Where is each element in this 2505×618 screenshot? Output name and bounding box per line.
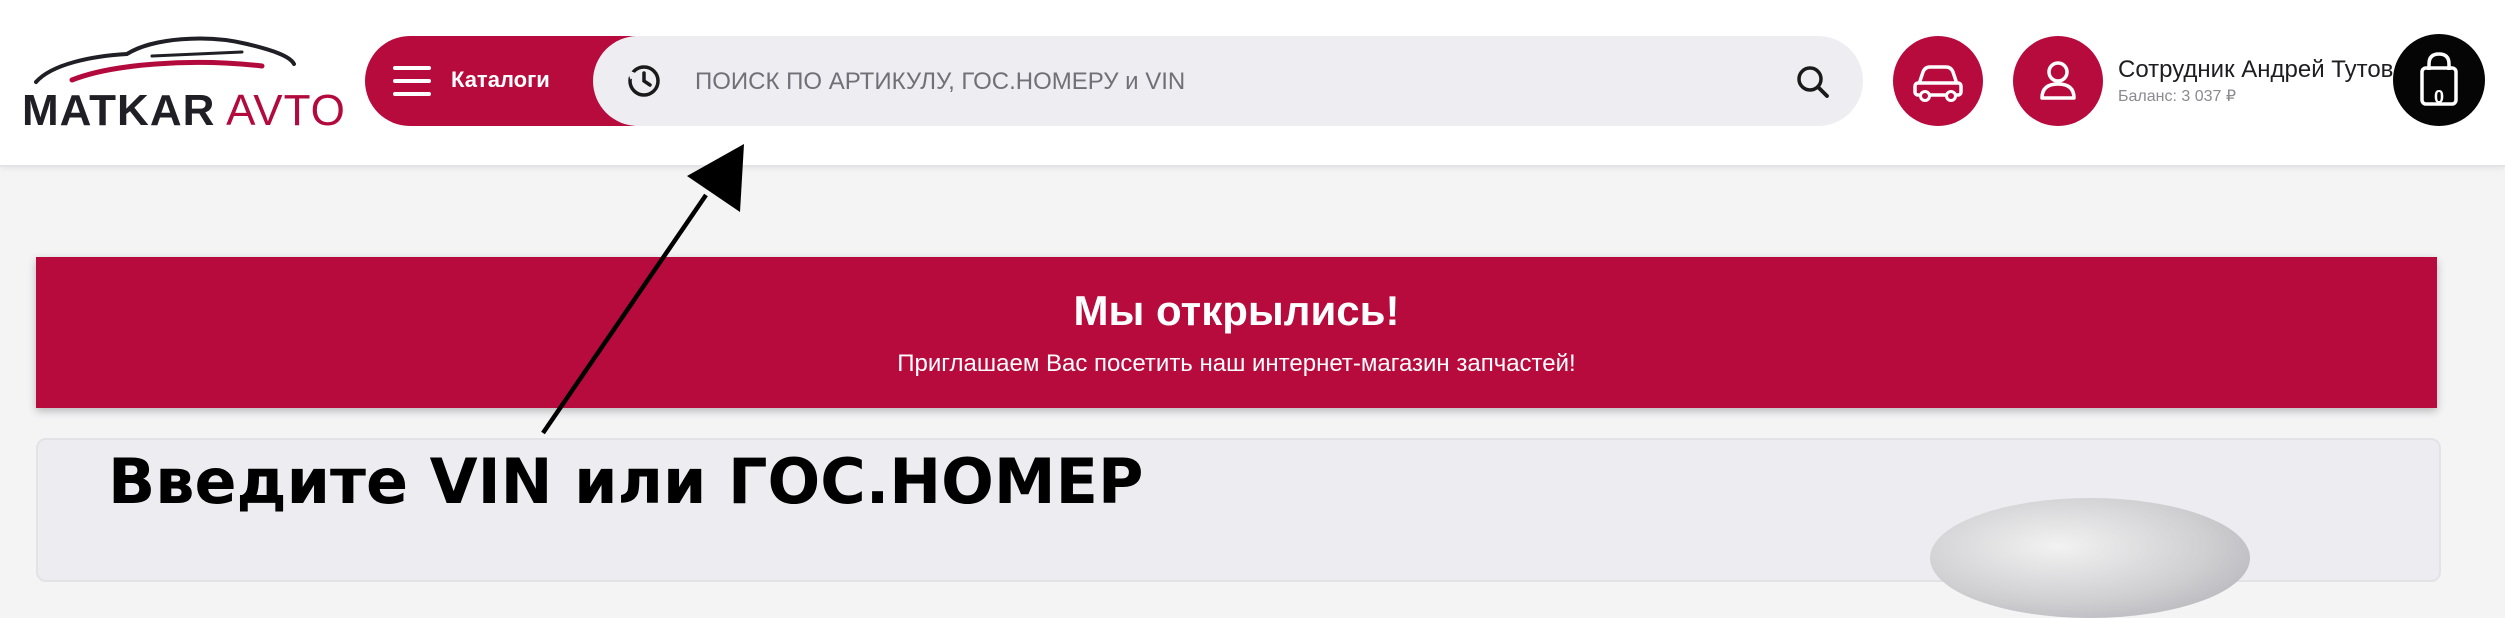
- user-balance: Баланс: 3 037 ₽: [2118, 88, 2237, 105]
- card-decoration-image: [1930, 498, 2250, 618]
- burger-icon: [393, 66, 431, 96]
- banner-title: Мы открылись!: [1073, 287, 1400, 334]
- garage-button[interactable]: [1893, 36, 1983, 126]
- profile-button[interactable]: [2013, 36, 2103, 126]
- logo-word-2: AVTO: [226, 86, 346, 135]
- car-icon: [1913, 65, 1963, 102]
- search-bar: [593, 36, 1863, 126]
- car-silhouette-logo-icon: [34, 36, 296, 84]
- search-icon[interactable]: [1796, 65, 1830, 99]
- promo-banner: Мы открылись! Приглашаем Вас посетить на…: [36, 257, 2437, 408]
- cart-count-badge: 0: [2433, 87, 2444, 107]
- user-icon: [2040, 61, 2076, 100]
- logo-word-1: MATKAR: [22, 86, 216, 135]
- cart-button[interactable]: 0: [2393, 34, 2485, 126]
- history-icon[interactable]: [625, 62, 663, 100]
- catalogs-button-label: Каталоги: [451, 67, 550, 92]
- user-name[interactable]: Сотрудник Андрей Тутов: [2118, 56, 2393, 84]
- site-header: MATKAR AVTO Каталоги Сот: [0, 0, 2505, 167]
- annotation-label: Введите VIN или ГОС.НОМЕР: [108, 445, 1144, 518]
- banner-subtitle: Приглашаем Вас посетить наш интернет-маг…: [897, 350, 1576, 377]
- bag-icon: [2420, 52, 2458, 106]
- logo[interactable]: MATKAR AVTO: [22, 34, 345, 135]
- logo-text: MATKAR AVTO: [22, 86, 346, 136]
- search-input[interactable]: [693, 56, 1747, 108]
